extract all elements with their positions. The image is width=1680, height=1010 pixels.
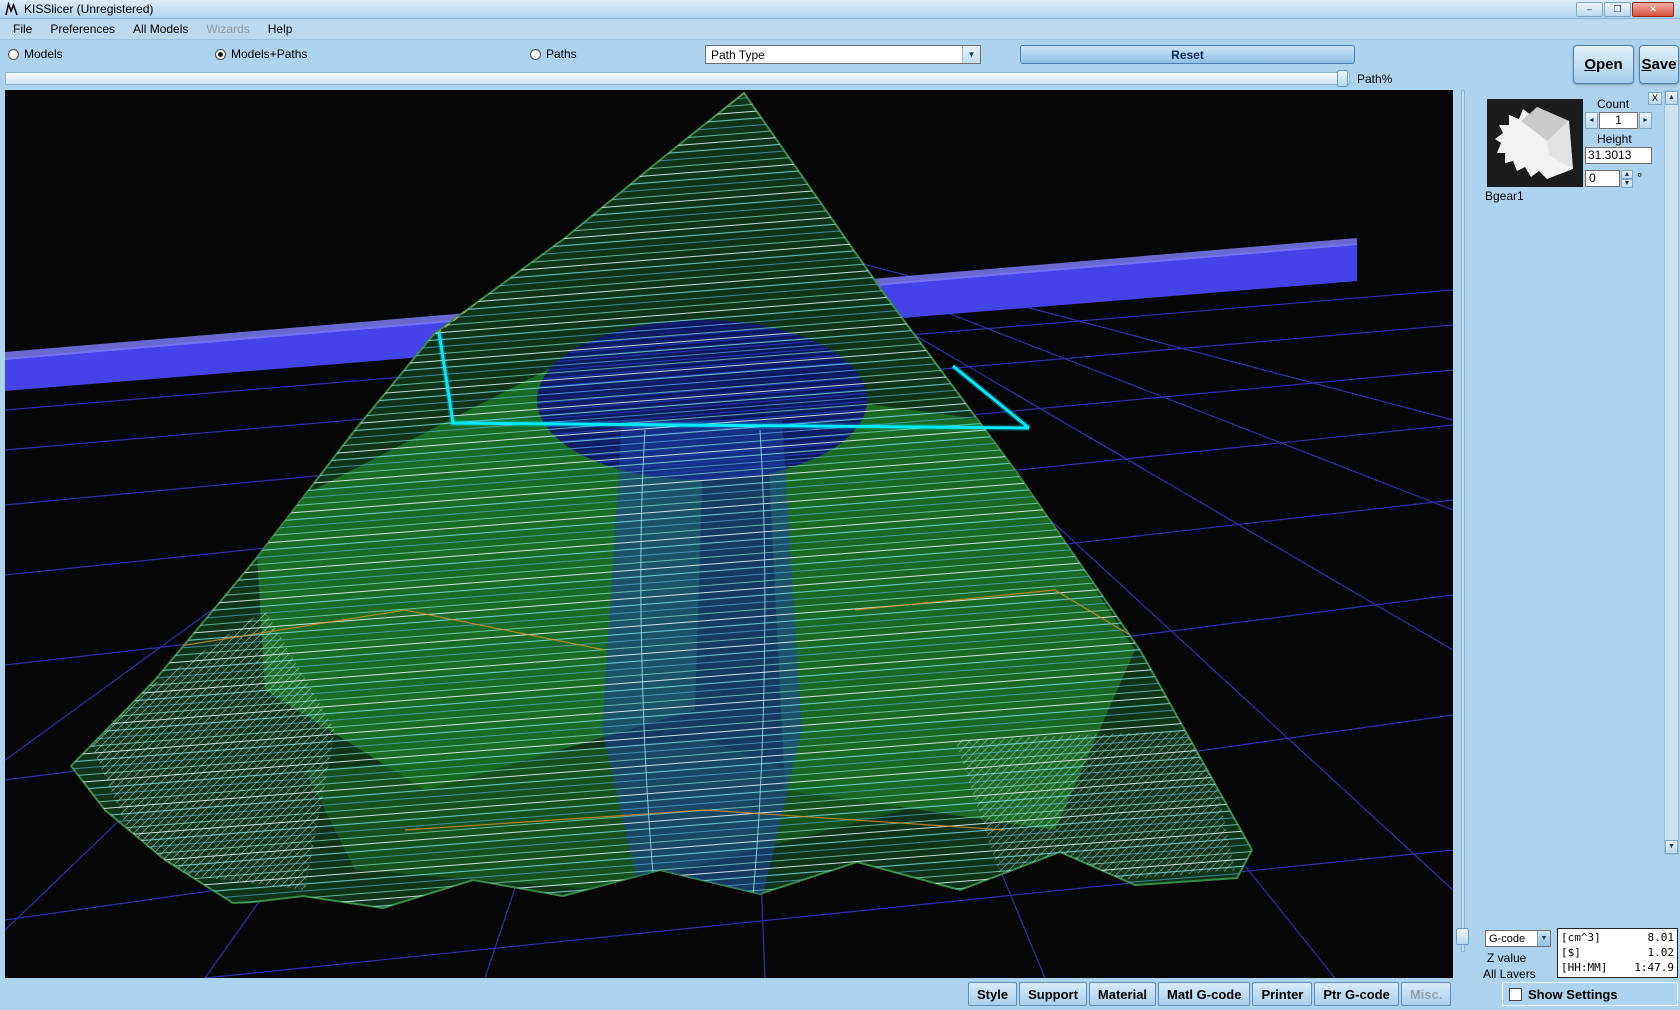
path-type-value: Path Type (706, 48, 962, 62)
print-stats: [cm^3]8.01 [$]1.02 [HH:MM]1:47.9 (1557, 928, 1678, 978)
chevron-down-icon: ▼ (962, 46, 980, 63)
tab-misc[interactable]: Misc. (1401, 982, 1452, 1006)
stat-volume: [cm^3]8.01 (1561, 930, 1674, 945)
minimize-button[interactable]: – (1576, 2, 1603, 17)
tab-style[interactable]: Style (968, 982, 1017, 1006)
height-label: Height (1597, 132, 1632, 146)
show-settings-checkbox[interactable] (1509, 988, 1522, 1001)
radio-circle-icon (8, 49, 19, 60)
path-percent-label: Path% (1357, 72, 1392, 86)
tab-printer[interactable]: Printer (1252, 982, 1312, 1006)
tab-support[interactable]: Support (1019, 982, 1087, 1006)
chevron-down-icon: ▼ (1537, 931, 1550, 946)
z-value-label: Z value (1487, 951, 1526, 965)
toolbar: Models Models+Paths Paths Path Type ▼ Re… (0, 40, 1680, 68)
menu-preferences[interactable]: Preferences (41, 20, 124, 38)
crosshatch-region (955, 730, 1235, 890)
menu-bar: File Preferences All Models Wizards Help (0, 19, 1680, 40)
gcode-dropdown-value: G-code (1486, 933, 1537, 945)
3d-viewport[interactable] (5, 90, 1453, 978)
panel-scrollbar[interactable]: ▲ ▼ (1664, 90, 1679, 855)
menu-all-models[interactable]: All Models (124, 20, 197, 38)
layer-slider[interactable] (1456, 90, 1470, 952)
app-icon (4, 2, 19, 17)
tab-material[interactable]: Material (1089, 982, 1156, 1006)
model-panel: X ▲ ▼ Count ◄ 1 ► Height 31.3013 0 ▲ ▼ °… (1481, 90, 1680, 978)
rotation-up-icon[interactable]: ▲ (1621, 170, 1633, 179)
title-bar: KISSlicer (Unregistered) – ❐ ✕ (0, 0, 1680, 19)
bottom-bar: Style Support Material Matl G-code Print… (0, 978, 1680, 1010)
menu-help[interactable]: Help (259, 20, 302, 38)
menu-file[interactable]: File (4, 20, 41, 38)
settings-tabs: Style Support Material Matl G-code Print… (968, 982, 1451, 1006)
count-decrement-icon[interactable]: ◄ (1585, 112, 1598, 129)
count-increment-icon[interactable]: ► (1639, 112, 1652, 129)
layer-slider-track (1461, 90, 1465, 952)
model-thumbnail[interactable] (1487, 99, 1583, 187)
radio-paths[interactable]: Paths (530, 47, 577, 61)
path-percent-row: Path% (0, 68, 1680, 90)
show-settings-label: Show Settings (1528, 987, 1618, 1002)
radio-models-label: Models (24, 47, 63, 61)
path-percent-slider-thumb[interactable] (1337, 70, 1348, 87)
scroll-up-icon[interactable]: ▲ (1665, 91, 1678, 105)
window-controls: – ❐ ✕ (1576, 2, 1676, 17)
show-settings-toggle[interactable]: Show Settings (1502, 982, 1678, 1006)
radio-paths-label: Paths (546, 47, 577, 61)
model-thumbnail-gear (1495, 107, 1573, 179)
model-name: Bgear1 (1485, 189, 1524, 203)
radio-models-paths[interactable]: Models+Paths (215, 47, 307, 61)
radio-models[interactable]: Models (8, 47, 63, 61)
rotation-down-icon[interactable]: ▼ (1621, 179, 1633, 188)
tab-matl-gcode[interactable]: Matl G-code (1158, 982, 1250, 1006)
close-button[interactable]: ✕ (1632, 2, 1674, 17)
panel-close-button[interactable]: X (1648, 92, 1662, 105)
maximize-button[interactable]: ❐ (1604, 2, 1631, 17)
count-label: Count (1597, 97, 1629, 111)
radio-models-paths-label: Models+Paths (231, 47, 307, 61)
path-type-dropdown[interactable]: Path Type ▼ (705, 45, 981, 64)
stat-time: [HH:MM]1:47.9 (1561, 960, 1674, 975)
scroll-down-icon[interactable]: ▼ (1665, 840, 1678, 854)
gcode-dropdown[interactable]: G-code ▼ (1485, 930, 1551, 947)
menu-wizards[interactable]: Wizards (197, 20, 258, 38)
path-percent-slider[interactable] (5, 72, 1350, 85)
layer-slider-thumb[interactable] (1456, 928, 1469, 945)
stat-cost: [$]1.02 (1561, 945, 1674, 960)
radio-circle-icon (215, 49, 226, 60)
radio-circle-icon (530, 49, 541, 60)
height-field[interactable]: 31.3013 (1585, 147, 1652, 164)
count-field[interactable]: 1 (1599, 112, 1638, 129)
window-title: KISSlicer (Unregistered) (24, 2, 153, 16)
reset-button[interactable]: Reset (1020, 45, 1355, 64)
rotation-unit: ° (1637, 170, 1642, 185)
rotation-field[interactable]: 0 (1585, 170, 1620, 187)
tab-ptr-gcode[interactable]: Ptr G-code (1314, 982, 1398, 1006)
